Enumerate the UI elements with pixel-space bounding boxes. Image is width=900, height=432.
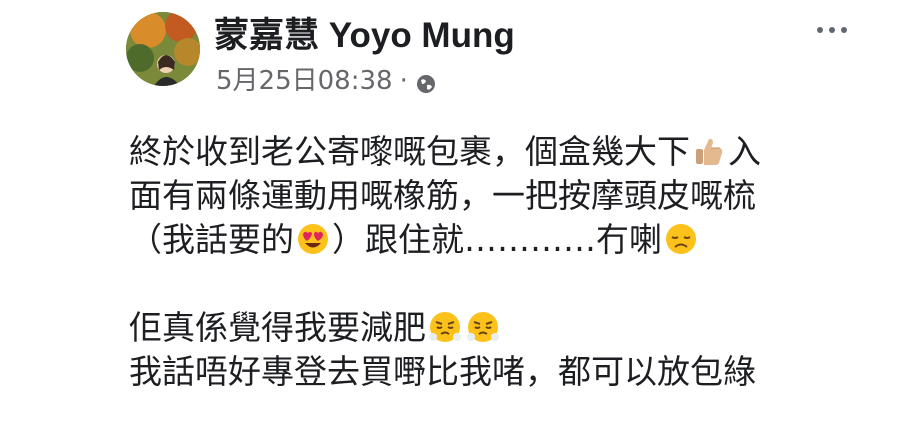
post-author-name[interactable]: 蒙嘉慧 Yoyo Mung bbox=[214, 14, 515, 58]
more-dot-icon bbox=[817, 27, 823, 33]
globe-icon[interactable] bbox=[415, 70, 437, 93]
post-text: 佢真係覺得我要減肥 bbox=[129, 308, 426, 347]
post-line-1: 終於收到老公寄嚟嘅包裹，個盒幾大下 入 bbox=[129, 130, 869, 174]
face-with-steam-icon bbox=[428, 310, 462, 344]
post-line-2: 面有兩條運動用嘅橡筋，一把按摩頭皮嘅梳 bbox=[129, 176, 756, 215]
disappointed-face-icon bbox=[664, 222, 698, 256]
post-timestamp[interactable]: 5月25日08:38 bbox=[216, 64, 393, 98]
post-body-text: 終於收到老公寄嚟嘅包裹，個盒幾大下 入 面有兩條運動用嘅橡筋，一把按摩頭皮嘅梳 … bbox=[129, 130, 869, 394]
post-line-5: 我話唔好專登去買嘢比我啫，都可以放包綠 bbox=[129, 352, 756, 391]
facebook-post: 蒙嘉慧 Yoyo Mung 5月25日08:38 · 終於收到老公寄嚟嘅包裹，個… bbox=[0, 0, 900, 432]
more-dot-icon bbox=[841, 27, 847, 33]
more-options-icon[interactable] bbox=[812, 18, 852, 42]
avatar[interactable] bbox=[126, 12, 200, 86]
post-text: 終於收到老公寄嚟嘅包裹，個盒幾大下 bbox=[129, 132, 690, 171]
post-line-3: （我話要的 ）跟住就…………冇喇 bbox=[129, 218, 869, 262]
post-text: 入 bbox=[728, 132, 761, 171]
more-dot-icon bbox=[829, 27, 835, 33]
post-text: （我話要的 bbox=[129, 220, 294, 259]
meta-separator: · bbox=[399, 66, 408, 96]
avatar-photo bbox=[126, 12, 200, 86]
post-meta: 5月25日08:38 · bbox=[216, 64, 437, 98]
post-line-4: 佢真係覺得我要減肥 bbox=[129, 306, 869, 350]
heart-eyes-icon bbox=[296, 222, 330, 256]
face-with-steam-icon bbox=[466, 310, 500, 344]
post-text: ）跟住就…………冇喇 bbox=[332, 220, 662, 259]
thumbs-up-icon bbox=[692, 134, 726, 168]
